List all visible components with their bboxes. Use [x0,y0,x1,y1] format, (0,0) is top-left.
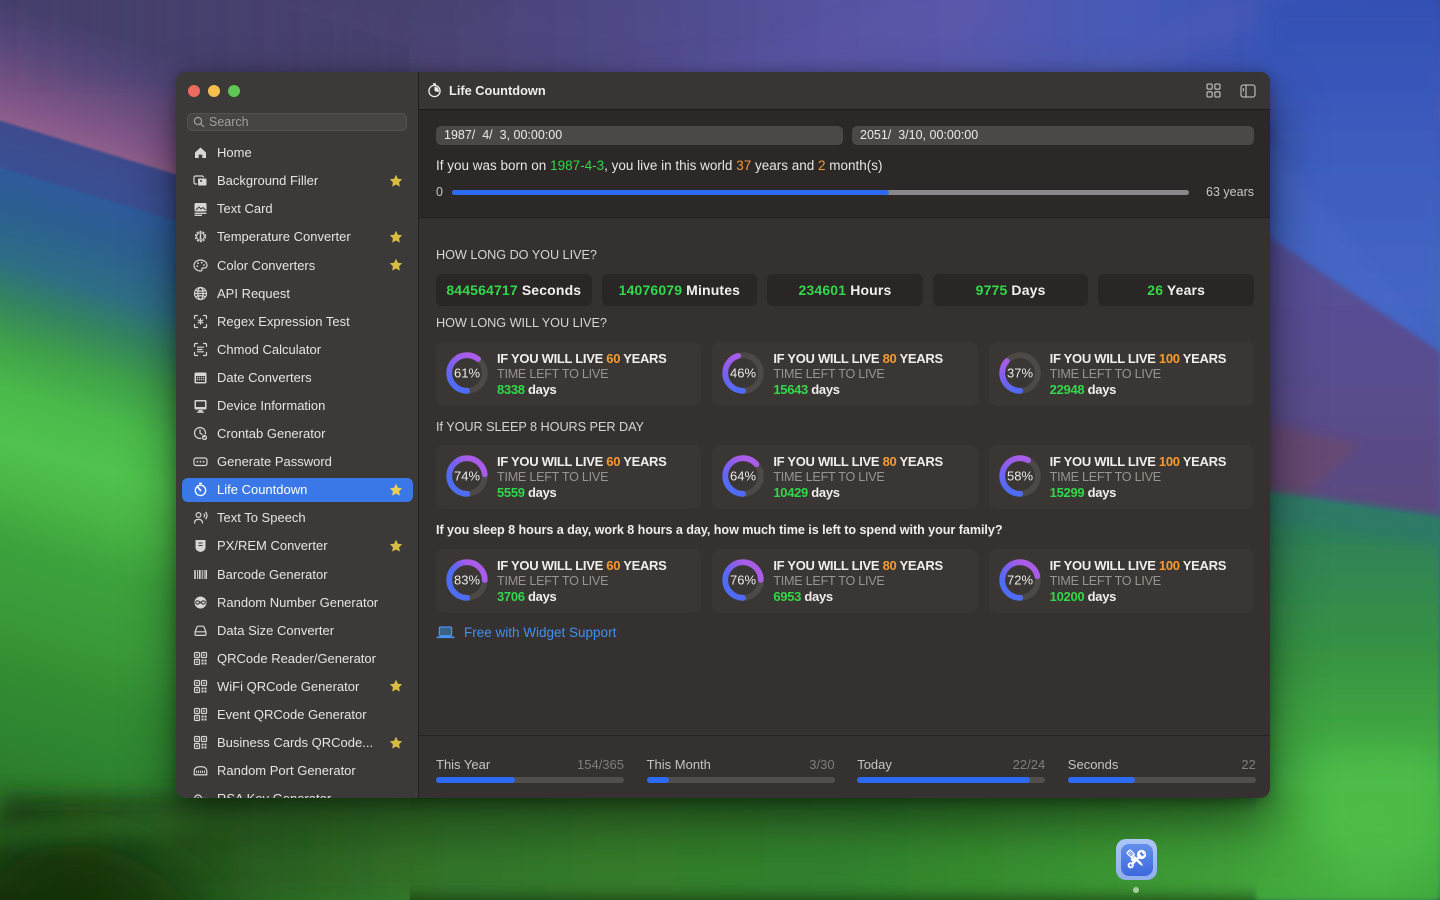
svg-text:46%: 46% [730,365,756,380]
svg-text:64%: 64% [730,468,756,483]
svg-text:58%: 58% [1007,468,1033,483]
svg-text:76%: 76% [730,572,756,587]
svg-text:83%: 83% [454,572,480,587]
svg-text:37%: 37% [1007,365,1033,380]
svg-text:72%: 72% [1007,572,1033,587]
svg-text:61%: 61% [454,365,480,380]
svg-text:74%: 74% [454,468,480,483]
